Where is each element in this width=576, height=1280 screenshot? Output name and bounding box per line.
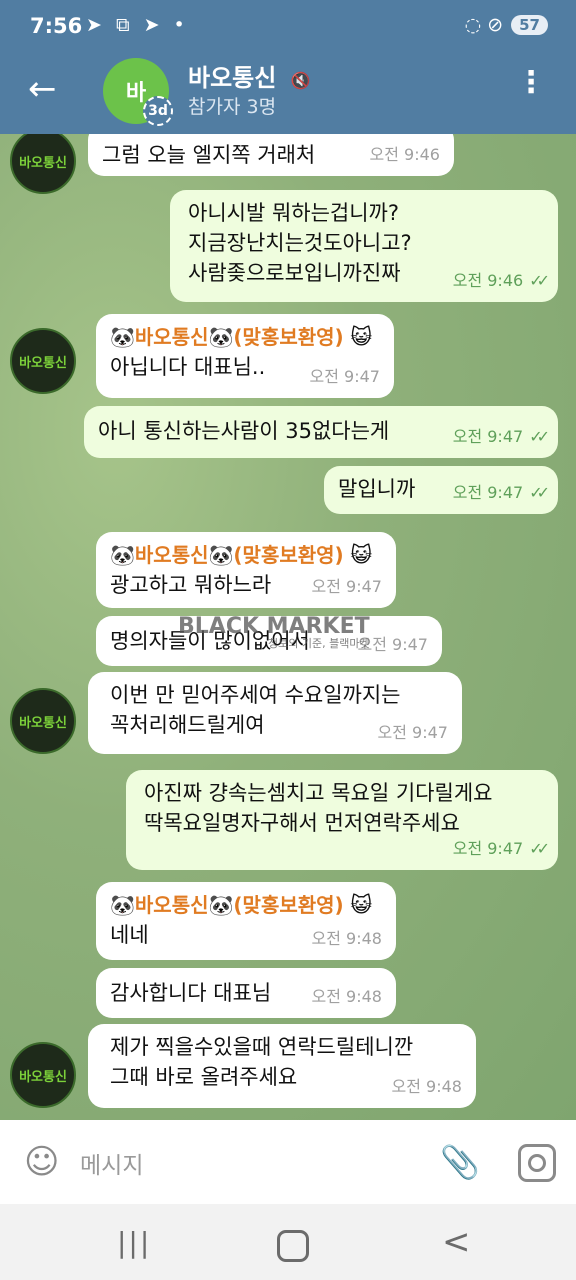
message-bubble[interactable]: 이번 만 믿어주세여 수요일까지는 꼭처리해드릴게여 오전 9:47 [88,672,462,754]
message-bubble[interactable]: 아니시발 뭐하는겁니까? 지금장난치는것도아니고? 사람좆으로보입니까진짜 오전… [170,190,558,302]
message-bubble[interactable]: 제가 찍을수있을때 연락드릴테니깐 그때 바로 올려주세요 오전 9:48 [88,1024,476,1108]
camera-icon[interactable] [518,1144,556,1182]
message-time: 오전 9:47 [309,367,380,386]
status-time: 7:56 [30,14,83,38]
emoji-sticker-icon[interactable]: ☺ [24,1142,59,1182]
sender-emoji-icon: 😺 [350,893,373,917]
chat-title-text: 바오통신 [188,64,277,92]
message-input[interactable]: 메시지 [80,1146,143,1180]
read-check-icon: ✓✓ [529,483,550,502]
sender-emoji-icon: 😺 [350,325,373,349]
message-time: 오전 9:47 [377,723,448,742]
chat-header: ← 바 3d 바오통신 🔇 참가자 3명 ⋮ [0,54,576,134]
sender-avatar[interactable]: 바오통신 [10,1042,76,1108]
home-icon[interactable] [277,1230,309,1262]
message-bubble[interactable]: 🐼바오통신🐼(맞홍보환영) 😺 광고하고 뭐하느라 오전 9:47 [96,532,396,608]
sender-avatar[interactable]: 바오통신 [10,328,76,394]
message-time: 오전 9:48 [311,987,382,1006]
recent-apps-icon[interactable]: ||| [117,1226,151,1259]
read-check-icon: ✓✓ [529,271,550,290]
message-time: 오전 9:46 [369,145,440,164]
story-badge: 3d [143,96,173,126]
message-bubble[interactable]: 🐼바오통신🐼(맞홍보환영) 😺 네네 오전 9:48 [96,882,396,960]
chat-area[interactable]: 그럼 오늘 엘지쪽 거래처 오전 9:46 바오통신 아니시발 뭐하는겁니까? … [0,134,576,1120]
read-check-icon: ✓✓ [529,427,550,446]
status-bar: 7:56 ➤ ⧉ ➤ • ◌ ⊘ 57 [0,0,576,54]
message-time: 오전 9:48 [391,1077,462,1096]
sender-emoji-icon: 😺 [350,543,373,567]
sender-name[interactable]: 🐼바오통신🐼(맞홍보환영) [110,893,344,917]
message-bubble[interactable]: 아진짜 걍속는셈치고 목요일 기다릴게요 딱목요일명자구해서 먼저연락주세요 오… [126,770,558,870]
message-bubble[interactable]: 그럼 오늘 엘지쪽 거래처 오전 9:46 [88,134,454,176]
sender-name[interactable]: 🐼바오통신🐼(맞홍보환영) [110,543,344,567]
message-time: 오전 9:47 ✓✓ [452,839,550,858]
message-bubble[interactable]: 🐼바오통신🐼(맞홍보환영) 😺 아닙니다 대표님.. 오전 9:47 [96,314,394,398]
message-time: 오전 9:46 ✓✓ [452,271,550,290]
more-menu-icon[interactable]: ⋮ [516,68,546,98]
watermark-logo: BLACK MARKET 청보의 기준, 블랙마켓 [178,614,370,650]
message-time: 오전 9:47 ✓✓ [452,427,550,446]
nav-back-icon[interactable]: < [442,1222,471,1262]
participant-count: 참가자 3명 [188,96,277,118]
message-bubble[interactable]: 감사합니다 대표님 오전 9:48 [96,968,396,1018]
message-time: 오전 9:48 [311,929,382,948]
message-bubble[interactable]: 말입니까 오전 9:47 ✓✓ [324,466,558,514]
message-text: 아진짜 걍속는셈치고 목요일 기다릴게요 딱목요일명자구해서 먼저연락주세요 [144,781,493,835]
sender-name[interactable]: 🐼바오통신🐼(맞홍보환영) [110,325,344,349]
sender-avatar[interactable]: 바오통신 [10,688,76,754]
notification-icons: ➤ ⧉ ➤ • [86,14,189,36]
system-nav-bar: ||| < [0,1204,576,1280]
mute-icon: 🔇 [290,71,311,90]
chat-title[interactable]: 바오통신 🔇 [188,58,311,93]
message-time: 오전 9:47 [311,577,382,596]
battery-badge: 57 [511,15,548,35]
sender-avatar[interactable]: 바오통신 [10,134,76,194]
back-arrow-icon[interactable]: ← [28,72,57,106]
attach-paperclip-icon[interactable]: 📎 [440,1142,480,1182]
message-input-bar: ☺ 메시지 📎 [0,1120,576,1204]
wifi-icon: ◌ ⊘ [464,14,504,36]
message-time: 오전 9:47 ✓✓ [452,483,550,502]
system-icons: ◌ ⊘ 57 [465,14,548,36]
read-check-icon: ✓✓ [529,839,550,858]
group-avatar[interactable]: 바 3d [103,58,173,126]
message-bubble[interactable]: 아니 통신하는사람이 35없다는게 오전 9:47 ✓✓ [84,406,558,458]
